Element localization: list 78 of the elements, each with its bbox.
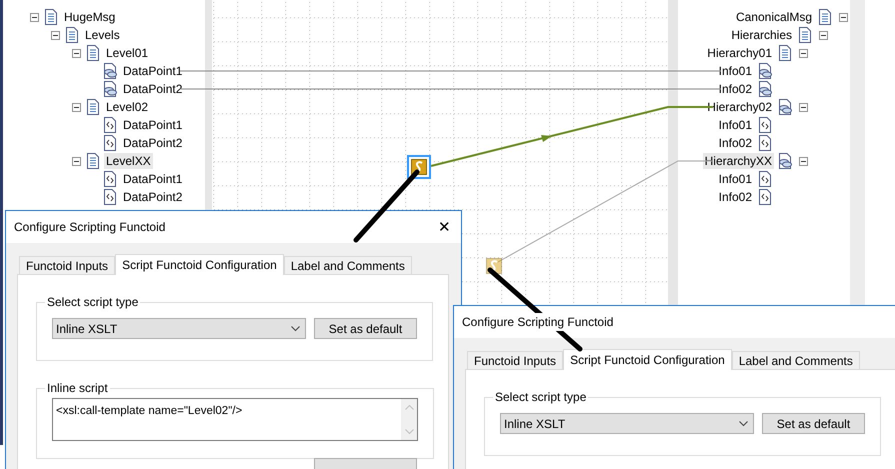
tree-node-label[interactable]: Hierarchy01 — [705, 45, 774, 61]
collapse-icon[interactable] — [51, 30, 60, 40]
tree-node-label[interactable]: DataPoint1 — [121, 63, 184, 79]
document-icon — [778, 45, 792, 61]
tree-node-label[interactable]: Info01 — [716, 117, 754, 133]
dropdown-value: Inline XSLT — [56, 320, 118, 338]
tree-node-label[interactable]: Info02 — [716, 135, 754, 151]
set-default-button[interactable]: Set as default — [314, 318, 417, 339]
collapse-icon[interactable] — [799, 156, 808, 166]
set-default-button[interactable]: Set as default — [762, 413, 865, 434]
tree-node-label[interactable]: DataPoint2 — [121, 135, 184, 151]
group-label: Inline script — [46, 380, 109, 397]
tab[interactable]: Script Functoid Configuration — [115, 254, 284, 275]
tree-node-label[interactable]: Info02 — [716, 81, 754, 97]
document-icon — [818, 9, 832, 25]
code-document-icon — [103, 171, 117, 187]
tree-node-label[interactable]: DataPoint2 — [121, 81, 184, 97]
chevron-down-icon — [739, 420, 748, 426]
collapse-icon[interactable] — [819, 30, 828, 40]
tree-node-label[interactable]: Hierarchies — [729, 27, 794, 43]
scroll-icon — [411, 159, 427, 175]
tree-node-label[interactable]: DataPoint2 — [121, 189, 184, 205]
functoid[interactable] — [407, 155, 431, 179]
tree-node-label[interactable]: Info01 — [716, 171, 754, 187]
code-document-icon — [758, 171, 772, 187]
tree-node-label[interactable]: LevelXX — [104, 153, 153, 169]
tree-node-label[interactable]: DataPoint1 — [121, 171, 184, 187]
linked-document-icon — [758, 81, 772, 97]
collapse-icon[interactable] — [839, 12, 848, 22]
tree-node-label[interactable]: CanonicalMsg — [734, 9, 814, 25]
code-document-icon — [103, 135, 117, 151]
script-field[interactable]: <xsl:call-template name="Level02"/> — [52, 398, 418, 441]
document-icon — [86, 45, 100, 61]
tree-node-label[interactable]: Level01 — [104, 45, 150, 61]
code-document-icon — [103, 117, 117, 133]
collapse-icon[interactable] — [799, 102, 808, 112]
collapse-icon[interactable] — [72, 48, 81, 58]
window-title: Configure Scripting Functoid — [462, 313, 614, 331]
document-icon — [86, 153, 100, 169]
collapse-icon[interactable] — [72, 156, 81, 166]
tree-node-label[interactable]: Info01 — [716, 63, 754, 79]
tree-node-label[interactable]: Levels — [83, 27, 122, 43]
code-document-icon — [758, 117, 772, 133]
linked-document-icon — [778, 153, 792, 169]
tab[interactable]: Label and Comments — [284, 256, 412, 274]
tree-node-label[interactable]: HugeMsg — [62, 9, 118, 25]
tree-node-label[interactable]: Info02 — [716, 189, 754, 205]
document-icon — [65, 27, 79, 43]
group-label: Select script type — [46, 294, 140, 311]
scroll-icon — [486, 258, 502, 274]
tab[interactable]: Functoid Inputs — [467, 351, 564, 369]
tree-node-label[interactable]: Level02 — [104, 99, 150, 115]
close-button[interactable]: ✕ — [436, 220, 453, 234]
tree-node-label[interactable]: Hierarchy02 — [705, 99, 774, 115]
code-document-icon — [103, 189, 117, 205]
document-icon — [44, 9, 58, 25]
tab[interactable]: Script Functoid Configuration — [563, 349, 732, 370]
tree-node-label[interactable]: DataPoint1 — [121, 117, 184, 133]
dropdown-value: Inline XSLT — [504, 416, 566, 432]
code-document-icon — [758, 135, 772, 151]
chevron-down-icon — [291, 326, 300, 332]
linked-document-icon — [103, 81, 117, 97]
linked-document-icon — [778, 99, 792, 115]
collapse-icon[interactable] — [72, 102, 81, 112]
script-type-dropdown[interactable]: Inline XSLT — [52, 318, 306, 339]
collapse-icon[interactable] — [30, 12, 39, 22]
group-label: Select script type — [494, 389, 588, 406]
tab[interactable]: Functoid Inputs — [19, 256, 116, 274]
code-document-icon — [758, 189, 772, 205]
linked-document-icon — [758, 63, 772, 79]
collapse-icon[interactable] — [799, 48, 808, 58]
script-type-dropdown[interactable]: Inline XSLT — [500, 413, 754, 434]
tree-node-label[interactable]: HierarchyXX — [702, 153, 774, 169]
linked-document-icon — [103, 63, 117, 79]
document-icon — [86, 99, 100, 115]
tab[interactable]: Label and Comments — [732, 351, 860, 369]
document-icon — [798, 27, 812, 43]
script-text: <xsl:call-template name="Level02"/> — [55, 404, 242, 419]
